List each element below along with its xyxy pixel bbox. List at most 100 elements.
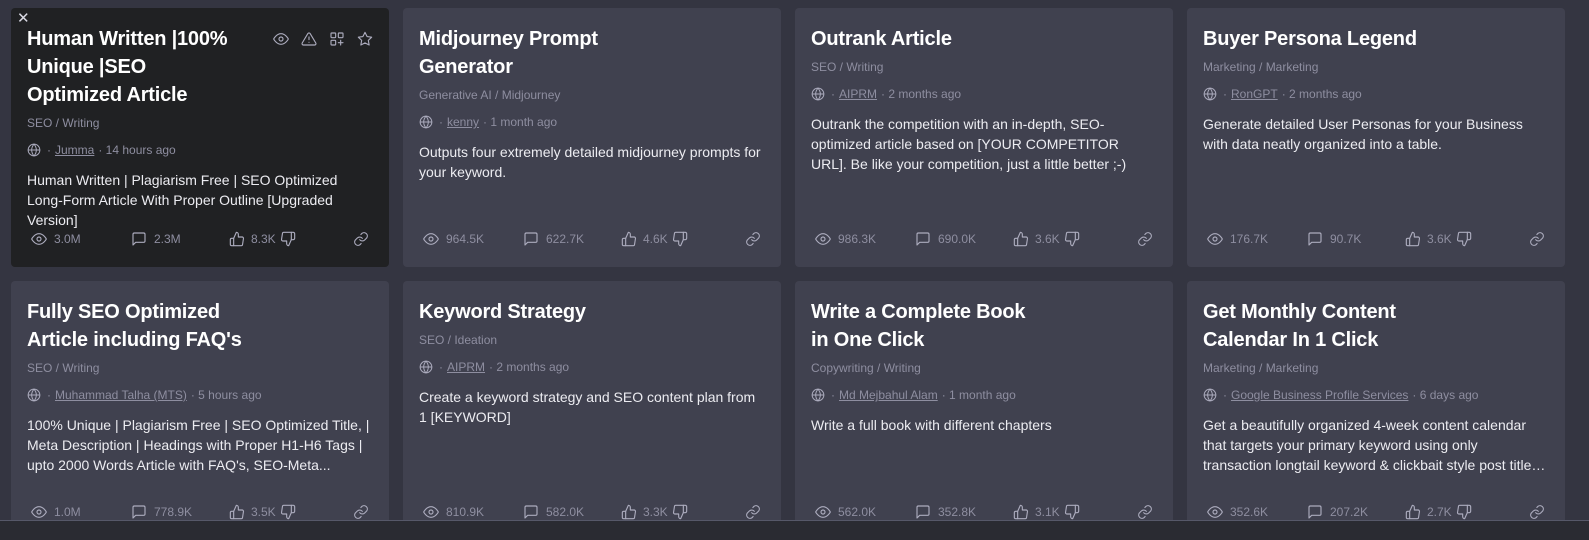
- eye-icon: [31, 506, 47, 518]
- eye-icon: [1207, 233, 1223, 245]
- star-icon[interactable]: [357, 31, 373, 47]
- card-title[interactable]: Buyer Persona Legend: [1203, 25, 1418, 53]
- card-title[interactable]: Fully SEO Optimized Article including FA…: [27, 298, 242, 354]
- prompt-card[interactable]: Fully SEO Optimized Article including FA…: [11, 281, 389, 540]
- card-meta: · Jumma · 14 hours ago: [27, 141, 373, 159]
- card-description: Human Written | Plagiarism Free | SEO Op…: [27, 172, 338, 228]
- add-to-list-icon[interactable]: [329, 31, 345, 47]
- meta-separator: ·: [1223, 388, 1227, 402]
- card-stats: 176.7K 90.7K 3.6K: [1207, 231, 1545, 247]
- views-count: 352.6K: [1230, 505, 1269, 519]
- views-stat: 810.9K: [423, 504, 523, 520]
- thumbs-up-icon[interactable]: [229, 231, 245, 247]
- card-description: Write a full book with different chapter…: [811, 417, 1052, 433]
- thumbs-down-icon[interactable]: [672, 231, 688, 247]
- views-stat: 562.0K: [815, 504, 915, 520]
- link-icon[interactable]: [1529, 231, 1545, 247]
- card-description: Get a beautifully organized 4-week conte…: [1203, 417, 1543, 473]
- card-time: · 1 month ago: [483, 115, 558, 129]
- comments-count: 582.0K: [546, 505, 585, 519]
- likes-count: 4.6K: [643, 232, 668, 246]
- views-count: 964.5K: [446, 232, 485, 246]
- card-category: Copywriting / Writing: [811, 361, 921, 375]
- comments-stat: 622.7K: [523, 231, 621, 247]
- link-icon[interactable]: [353, 231, 369, 247]
- card-title[interactable]: Keyword Strategy: [419, 298, 634, 326]
- likes-count: 3.3K: [643, 505, 668, 519]
- comment-icon: [1308, 232, 1322, 246]
- comment-icon: [132, 505, 146, 519]
- prompt-card-grid: ✕ Human Written |100% Unique |SEO Optimi…: [11, 8, 1565, 540]
- thumbs-up-icon[interactable]: [1405, 504, 1421, 520]
- card-time: · 2 months ago: [489, 360, 570, 374]
- card-author-link[interactable]: Google Business Profile Services: [1231, 386, 1408, 404]
- thumbs-down-icon[interactable]: [1064, 504, 1080, 520]
- prompt-card[interactable]: Get Monthly Content Calendar In 1 Click …: [1187, 281, 1565, 540]
- card-author-link[interactable]: Jumma: [55, 141, 94, 159]
- thumbs-down-icon[interactable]: [280, 504, 296, 520]
- link-icon[interactable]: [745, 504, 761, 520]
- card-stats: 562.0K 352.8K 3.1K: [815, 504, 1153, 520]
- link-icon[interactable]: [353, 504, 369, 520]
- link-icon[interactable]: [1137, 504, 1153, 520]
- comment-icon: [132, 232, 146, 246]
- card-stats: 986.3K 690.0K 3.6K: [815, 231, 1153, 247]
- close-icon[interactable]: ✕: [17, 11, 30, 26]
- link-icon[interactable]: [1137, 231, 1153, 247]
- thumbs-down-icon[interactable]: [1064, 231, 1080, 247]
- card-time: · 1 month ago: [941, 388, 1016, 402]
- thumbs-up-icon[interactable]: [1013, 231, 1029, 247]
- thumbs-up-icon[interactable]: [621, 231, 637, 247]
- card-meta: · Md Mejbahul Alam · 1 month ago: [811, 386, 1157, 404]
- card-stats: 1.0M 778.9K 3.5K: [31, 504, 369, 520]
- thumbs-down-icon[interactable]: [1456, 231, 1472, 247]
- warning-icon[interactable]: [301, 31, 317, 47]
- card-category: SEO / Writing: [27, 116, 100, 130]
- globe-icon: [1203, 388, 1217, 402]
- thumbs-up-icon[interactable]: [621, 504, 637, 520]
- thumbs-up-icon[interactable]: [229, 504, 245, 520]
- card-author-link[interactable]: AIPRM: [839, 85, 877, 103]
- card-meta: · AIPRM · 2 months ago: [811, 85, 1157, 103]
- card-title[interactable]: Human Written |100% Unique |SEO Optimize…: [27, 25, 242, 109]
- card-stats: 352.6K 207.2K 2.7K: [1207, 504, 1545, 520]
- globe-icon: [811, 87, 825, 101]
- comments-stat: 352.8K: [915, 504, 1013, 520]
- views-count: 986.3K: [838, 232, 877, 246]
- card-title[interactable]: Write a Complete Book in One Click: [811, 298, 1026, 354]
- views-count: 176.7K: [1230, 232, 1269, 246]
- prompt-card[interactable]: Write a Complete Book in One Click Copyw…: [795, 281, 1173, 540]
- eye-icon[interactable]: [273, 31, 289, 47]
- card-time: · 14 hours ago: [98, 143, 176, 157]
- card-author-link[interactable]: kenny: [447, 113, 479, 131]
- prompt-card[interactable]: ✕ Human Written |100% Unique |SEO Optimi…: [11, 8, 389, 267]
- views-stat: 3.0M: [31, 231, 131, 247]
- card-author-link[interactable]: Muhammad Talha (MTS): [55, 386, 187, 404]
- card-author-link[interactable]: RonGPT: [1231, 85, 1278, 103]
- thumbs-down-icon[interactable]: [1456, 504, 1472, 520]
- link-icon[interactable]: [745, 231, 761, 247]
- thumbs-up-icon[interactable]: [1013, 504, 1029, 520]
- link-icon[interactable]: [1529, 504, 1545, 520]
- card-title[interactable]: Midjourney Prompt Generator: [419, 25, 634, 81]
- card-category: Marketing / Marketing: [1203, 60, 1319, 74]
- card-meta: · Muhammad Talha (MTS) · 5 hours ago: [27, 386, 373, 404]
- comment-icon: [916, 505, 930, 519]
- card-author-link[interactable]: AIPRM: [447, 358, 485, 376]
- thumbs-down-icon[interactable]: [672, 504, 688, 520]
- card-title[interactable]: Get Monthly Content Calendar In 1 Click: [1203, 298, 1418, 354]
- thumbs-up-icon[interactable]: [1405, 231, 1421, 247]
- thumbs-down-icon[interactable]: [280, 231, 296, 247]
- prompt-card[interactable]: Buyer Persona Legend Marketing / Marketi…: [1187, 8, 1565, 267]
- card-category: SEO / Writing: [27, 361, 100, 375]
- meta-separator: ·: [1223, 87, 1227, 101]
- card-stats: 810.9K 582.0K 3.3K: [423, 504, 761, 520]
- prompt-card[interactable]: Midjourney Prompt Generator Generative A…: [403, 8, 781, 267]
- card-author-link[interactable]: Md Mejbahul Alam: [839, 386, 938, 404]
- prompt-card[interactable]: Keyword Strategy SEO / Ideation · AIPRM …: [403, 281, 781, 540]
- likes-count: 2.7K: [1427, 505, 1452, 519]
- prompt-card[interactable]: Outrank Article SEO / Writing · AIPRM · …: [795, 8, 1173, 267]
- card-title[interactable]: Outrank Article: [811, 25, 1026, 53]
- likes-stat: 4.6K: [621, 231, 694, 247]
- card-stats: 964.5K 622.7K 4.6K: [423, 231, 761, 247]
